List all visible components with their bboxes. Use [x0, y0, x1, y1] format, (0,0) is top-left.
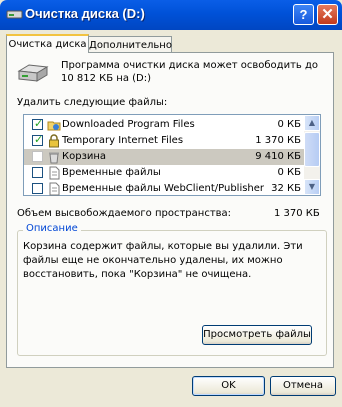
- files-list[interactable]: ✓ Downloaded Program Files 0 КБ ✓ Tempor…: [23, 114, 321, 196]
- window-title: Очистка диска (D:): [25, 6, 145, 21]
- file-row-downloaded-program-files[interactable]: ✓ Downloaded Program Files 0 КБ: [24, 117, 305, 133]
- file-name: Временные файлы: [62, 167, 161, 178]
- help-button[interactable]: ?: [293, 4, 314, 25]
- tab-more-options[interactable]: Дополнительно: [88, 36, 172, 52]
- description-title: Описание: [23, 223, 81, 234]
- file-name: Downloaded Program Files: [62, 119, 195, 130]
- cancel-button[interactable]: Отмена: [270, 376, 336, 396]
- drive-icon: [6, 10, 23, 19]
- document-icon: [49, 166, 60, 180]
- checkbox-recycle-bin[interactable]: [32, 151, 43, 162]
- space-label: Объем высвобождаемого пространства:: [17, 208, 232, 219]
- scroll-down-icon[interactable]: ▼: [304, 179, 320, 195]
- document-icon: [49, 182, 60, 196]
- file-name: Временные файлы WebClient/Publisher: [62, 183, 265, 194]
- file-size: 0 КБ: [277, 119, 301, 130]
- checkbox-temporary-internet-files[interactable]: ✓: [32, 133, 44, 146]
- checkbox-temp-files[interactable]: [32, 167, 43, 178]
- folder-icon: [47, 121, 61, 131]
- title-bar[interactable]: Очистка диска (D:) ? ✕: [0, 0, 342, 30]
- description-text: Корзина содержит файлы, которые вы удали…: [23, 241, 303, 280]
- view-files-button[interactable]: Просмотреть файлы: [202, 325, 312, 345]
- file-size: 9 410 КБ: [255, 151, 301, 162]
- checkmark-icon: ✓: [34, 133, 44, 146]
- file-name: Корзина: [62, 151, 107, 162]
- recycle-bin-icon: [49, 152, 59, 164]
- file-row-recycle-bin[interactable]: Корзина 9 410 КБ: [24, 149, 305, 165]
- file-row-webclient-files[interactable]: Временные файлы WebClient/Publisher 32 К…: [24, 181, 305, 197]
- checkmark-icon: ✓: [34, 117, 44, 130]
- file-name: Temporary Internet Files: [62, 135, 184, 146]
- checkbox-webclient-files[interactable]: [32, 183, 43, 194]
- file-row-temporary-internet-files[interactable]: ✓ Temporary Internet Files 1 370 КБ: [24, 133, 305, 149]
- file-size: 1 370 КБ: [255, 135, 301, 146]
- file-size: 0 КБ: [277, 167, 301, 178]
- file-size: 32 КБ: [271, 183, 301, 194]
- ok-button[interactable]: OK: [192, 376, 265, 396]
- hard-drive-icon: [17, 64, 49, 82]
- tab-disk-cleanup[interactable]: Очистка диска: [6, 34, 89, 53]
- lock-icon: [49, 134, 59, 148]
- intro-text: Программа очистки диска может освободить…: [61, 60, 319, 84]
- space-value: 1 370 КБ: [274, 208, 320, 219]
- close-button[interactable]: ✕: [317, 4, 338, 25]
- scroll-up-icon[interactable]: ▲: [304, 115, 320, 131]
- disk-cleanup-window: Очистка диска (D:) ? ✕ Очистка диска Доп…: [0, 0, 342, 407]
- scroll-thumb[interactable]: [304, 132, 320, 167]
- file-row-temp-files[interactable]: Временные файлы 0 КБ: [24, 165, 305, 181]
- list-scrollbar[interactable]: ▲ ▼: [304, 115, 320, 195]
- checkbox-downloaded-program-files[interactable]: ✓: [32, 117, 44, 130]
- files-label: Удалить следующие файлы:: [17, 97, 168, 108]
